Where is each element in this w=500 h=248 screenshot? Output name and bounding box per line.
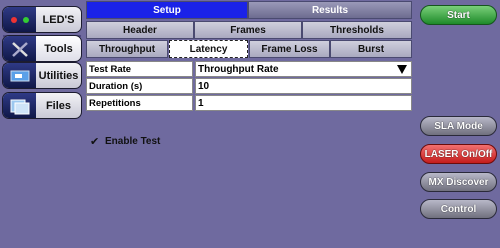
mx-discover-button[interactable]: MX Discover: [420, 172, 497, 192]
checkmark-icon: ✔: [90, 136, 100, 148]
sidebar-item-label: Tools: [44, 42, 73, 55]
tab-frame-loss[interactable]: Frame Loss: [249, 40, 330, 58]
tab-burst[interactable]: Burst: [330, 40, 412, 58]
control-button[interactable]: Control: [420, 199, 497, 219]
utilities-icon: [3, 63, 36, 88]
sidebar-item-leds[interactable]: LED'S: [2, 6, 82, 33]
repetitions-row: Repetitions 1: [86, 95, 412, 111]
files-icon: [3, 93, 36, 118]
leds-icon: [3, 7, 36, 32]
sidebar-item-label: Files: [45, 99, 72, 112]
sidebar-item-label: Utilities: [38, 69, 79, 82]
sla-mode-button[interactable]: SLA Mode: [420, 116, 497, 136]
tab-throughput[interactable]: Throughput: [86, 40, 168, 58]
test-rate-select[interactable]: Throughput Rate: [195, 61, 412, 77]
tab-header[interactable]: Header: [86, 21, 194, 39]
tab-frames[interactable]: Frames: [194, 21, 302, 39]
laser-toggle-button[interactable]: LASER On/Off: [420, 144, 497, 164]
tab-setup[interactable]: Setup: [86, 1, 248, 19]
tab-latency[interactable]: Latency: [169, 40, 248, 58]
repetitions-label: Repetitions: [86, 95, 193, 111]
duration-input[interactable]: 10: [195, 78, 412, 94]
test-rate-value: Throughput Rate: [198, 63, 279, 75]
sidebar-item-utilities[interactable]: Utilities: [2, 62, 82, 89]
test-rate-row: Test Rate Throughput Rate: [86, 61, 412, 77]
start-button[interactable]: Start: [420, 5, 497, 25]
duration-row: Duration (s) 10: [86, 78, 412, 94]
tab-thresholds[interactable]: Thresholds: [302, 21, 412, 39]
tab-results[interactable]: Results: [248, 1, 412, 19]
tools-icon: [3, 36, 36, 61]
sidebar-item-tools[interactable]: Tools: [2, 35, 82, 62]
enable-test-checkbox[interactable]: ✔ Enable Test: [90, 135, 160, 148]
duration-label: Duration (s): [86, 78, 193, 94]
sidebar-item-label: LED'S: [42, 13, 75, 26]
test-rate-label: Test Rate: [86, 61, 193, 77]
repetitions-input[interactable]: 1: [195, 95, 412, 111]
enable-test-label: Enable Test: [105, 136, 161, 147]
dropdown-arrow-icon: [397, 65, 407, 74]
sidebar-item-files[interactable]: Files: [2, 92, 82, 119]
